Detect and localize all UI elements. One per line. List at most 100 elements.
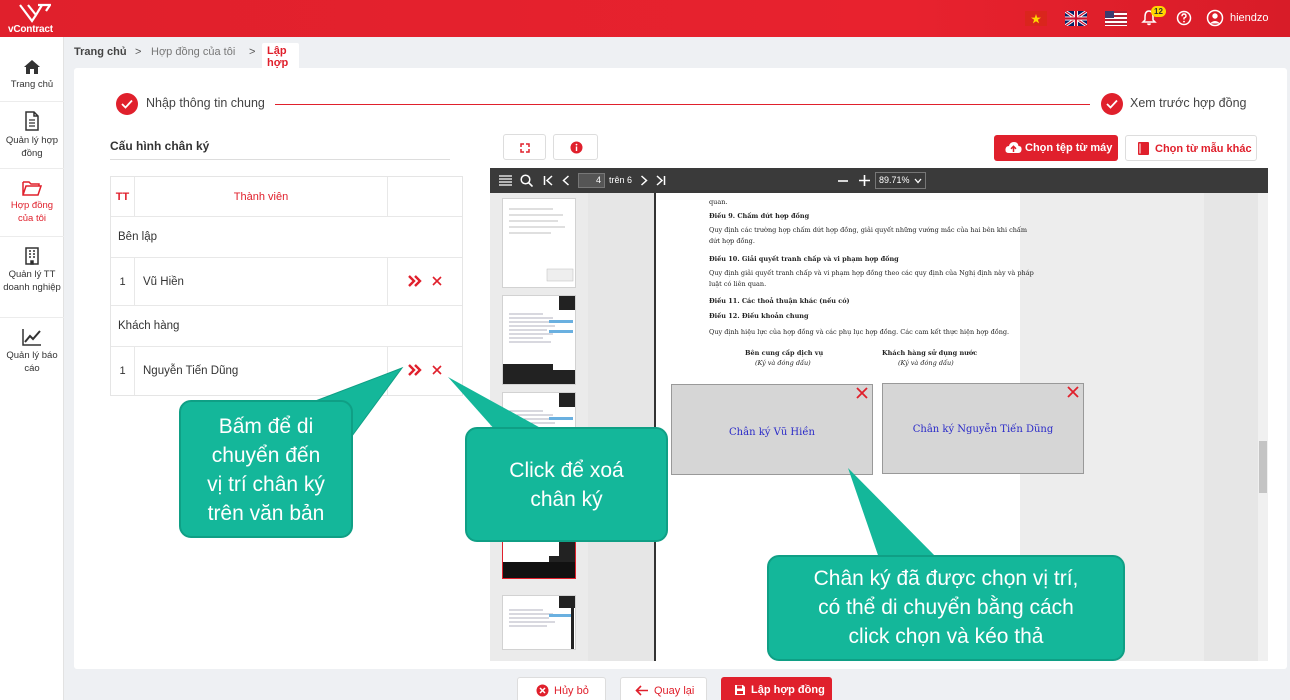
folder-icon: [22, 181, 42, 196]
create-contract-label: Lập hợp đồng: [751, 684, 825, 696]
scrollbar-thumb[interactable]: [1259, 441, 1267, 493]
upload-file-button[interactable]: Chọn tệp từ máy: [994, 135, 1118, 161]
document-icon: [25, 111, 39, 131]
back-label: Quay lại: [654, 685, 695, 697]
user-icon[interactable]: [1206, 9, 1224, 27]
vcontract-logo[interactable]: vContract: [8, 3, 64, 35]
prev-page-icon[interactable]: [562, 175, 570, 186]
delete-signature-icon[interactable]: [432, 276, 442, 286]
step-connector: [275, 104, 1090, 105]
callout-line: vị trí chân ký: [207, 473, 325, 496]
choose-template-label: Chọn từ mẫu khác: [1155, 143, 1252, 155]
zoom-out-icon[interactable]: [837, 175, 849, 187]
callout-line: chân ký: [530, 488, 603, 511]
table-row: 1 Vũ Hiền: [111, 258, 462, 306]
column-header-member: Thành viên: [135, 177, 388, 217]
remove-signature-icon[interactable]: [856, 387, 868, 399]
vietnam-flag-icon[interactable]: [1025, 11, 1047, 26]
document-line: Điều 11. Các thoả thuận khác (nếu có): [709, 297, 850, 305]
signature-box-label: Chân ký Nguyễn Tiến Dũng: [912, 424, 1054, 435]
cloud-upload-icon: [1005, 142, 1022, 153]
fullscreen-icon: [520, 143, 530, 153]
callout-line: Bấm để di: [218, 415, 314, 438]
page-thumbnail[interactable]: [502, 198, 576, 288]
signature-box-nguyen-tien-dung[interactable]: Chân ký Nguyễn Tiến Dũng: [882, 383, 1084, 474]
sidebar-item-label: Hợp đồng của tôi: [10, 200, 54, 224]
table-header: TT Thành viên: [111, 177, 462, 217]
first-page-icon[interactable]: [543, 175, 554, 186]
callout-line: có thể di chuyển bằng cách: [818, 596, 1074, 619]
callout-line: click chọn và kéo thả: [848, 625, 1044, 648]
sidebar-item-label: Quản lý báo cáo: [6, 350, 58, 374]
breadcrumb-separator: >: [249, 46, 256, 58]
search-icon[interactable]: [520, 174, 533, 187]
chevron-down-icon: [914, 178, 922, 184]
cancel-button[interactable]: Hủy bỏ: [517, 677, 606, 700]
signature-box-vu-hien[interactable]: Chân ký Vũ Hiền: [671, 384, 873, 475]
document-line: quan.: [709, 198, 728, 206]
back-button[interactable]: Quay lại: [620, 677, 707, 700]
breadcrumb-my-contracts[interactable]: Hợp đồng của tôi: [151, 46, 235, 58]
username[interactable]: hiendzo: [1230, 12, 1269, 24]
sidebar-item-home[interactable]: Trang chủ: [0, 37, 64, 102]
cancel-label: Hủy bỏ: [554, 685, 589, 697]
sidebar-item-reports[interactable]: Quản lý báo cáo: [0, 318, 64, 378]
cancel-icon: [536, 684, 549, 697]
uk-flag-icon[interactable]: [1064, 9, 1088, 28]
choose-template-button[interactable]: Chọn từ mẫu khác: [1125, 135, 1257, 161]
viewer-scrollbar[interactable]: [1258, 193, 1268, 661]
sidebar-item-business[interactable]: Quản lý TT doanh nghiệp: [0, 237, 64, 318]
row-number: 1: [111, 347, 135, 395]
zoom-in-icon[interactable]: [858, 174, 871, 187]
document-line: Quy định hiệu lực của hợp đồng và các ph…: [709, 328, 1010, 336]
step-1-check-icon: [116, 93, 138, 115]
breadcrumb-separator: >: [135, 46, 142, 58]
callout-line: Click để xoá: [509, 459, 624, 482]
document-line: Quy định giải quyết tranh chấp và vi phạ…: [709, 269, 1034, 277]
move-to-signature-icon[interactable]: [408, 364, 422, 376]
breadcrumb-home[interactable]: Trang chủ: [74, 46, 127, 58]
chart-icon: [22, 329, 41, 346]
zoom-select[interactable]: 89.71%: [875, 172, 926, 189]
document-line: Điều 10. Giải quyết tranh chấp và vi phạ…: [709, 255, 899, 263]
fullscreen-button[interactable]: [503, 134, 546, 160]
party-a-heading: Bên cung cấp dịch vụ: [745, 349, 824, 357]
document-line: luật có liên quan.: [709, 280, 767, 288]
document-line: Điều 9. Chấm dứt hợp đồng: [709, 212, 810, 220]
notification-badge: 12: [1151, 6, 1166, 17]
sidebar-item-my-contracts[interactable]: Hợp đồng của tôi: [0, 169, 64, 237]
help-icon[interactable]: [1175, 9, 1193, 27]
delete-signature-icon[interactable]: [432, 365, 442, 375]
step-2-check-icon: [1101, 93, 1123, 115]
callout-line: trên văn bản: [207, 502, 325, 525]
zoom-value: 89.71%: [879, 175, 910, 185]
document-line: dứt hợp đồng.: [709, 237, 755, 245]
page-thumbnail[interactable]: [502, 595, 576, 650]
next-page-icon[interactable]: [640, 175, 648, 186]
page-total: trên 6: [609, 175, 633, 185]
book-icon: [1138, 142, 1149, 155]
callout-placed-hint: Chân ký đã được chọn vị trí, có thể di c…: [767, 555, 1125, 661]
upload-file-label: Chọn tệp từ máy: [1025, 142, 1113, 154]
page-number-input[interactable]: 4: [578, 173, 605, 188]
logo-mark-icon: [19, 3, 51, 23]
last-page-icon[interactable]: [655, 175, 666, 186]
sidebar-toggle-icon[interactable]: [499, 175, 512, 186]
member-name: Vũ Hiền: [135, 258, 388, 306]
signature-box-label: Chân ký Vũ Hiền: [729, 427, 815, 438]
table-row: 1 Nguyễn Tiến Dũng: [111, 347, 462, 395]
party-a-sign-note: (Ký và đóng dấu): [755, 359, 811, 367]
move-to-signature-icon[interactable]: [408, 275, 422, 287]
sidebar-item-label: Trang chủ: [10, 79, 54, 90]
us-flag-icon[interactable]: [1105, 11, 1127, 26]
info-icon: [570, 141, 583, 154]
sidebar-item-contracts[interactable]: Quản lý hợp đồng: [0, 102, 64, 169]
remove-signature-icon[interactable]: [1067, 386, 1079, 398]
info-button[interactable]: [553, 134, 598, 160]
create-contract-button[interactable]: Lập hợp đồng: [721, 677, 832, 700]
step-1-label: Nhập thông tin chung: [146, 96, 265, 110]
page-thumbnail[interactable]: [502, 295, 576, 385]
sidebar: Trang chủ Quản lý hợp đồng Hợp đồng của …: [0, 37, 64, 700]
sidebar-item-label: Quản lý hợp đồng: [5, 135, 59, 159]
callout-line: Chân ký đã được chọn vị trí,: [813, 567, 1079, 590]
